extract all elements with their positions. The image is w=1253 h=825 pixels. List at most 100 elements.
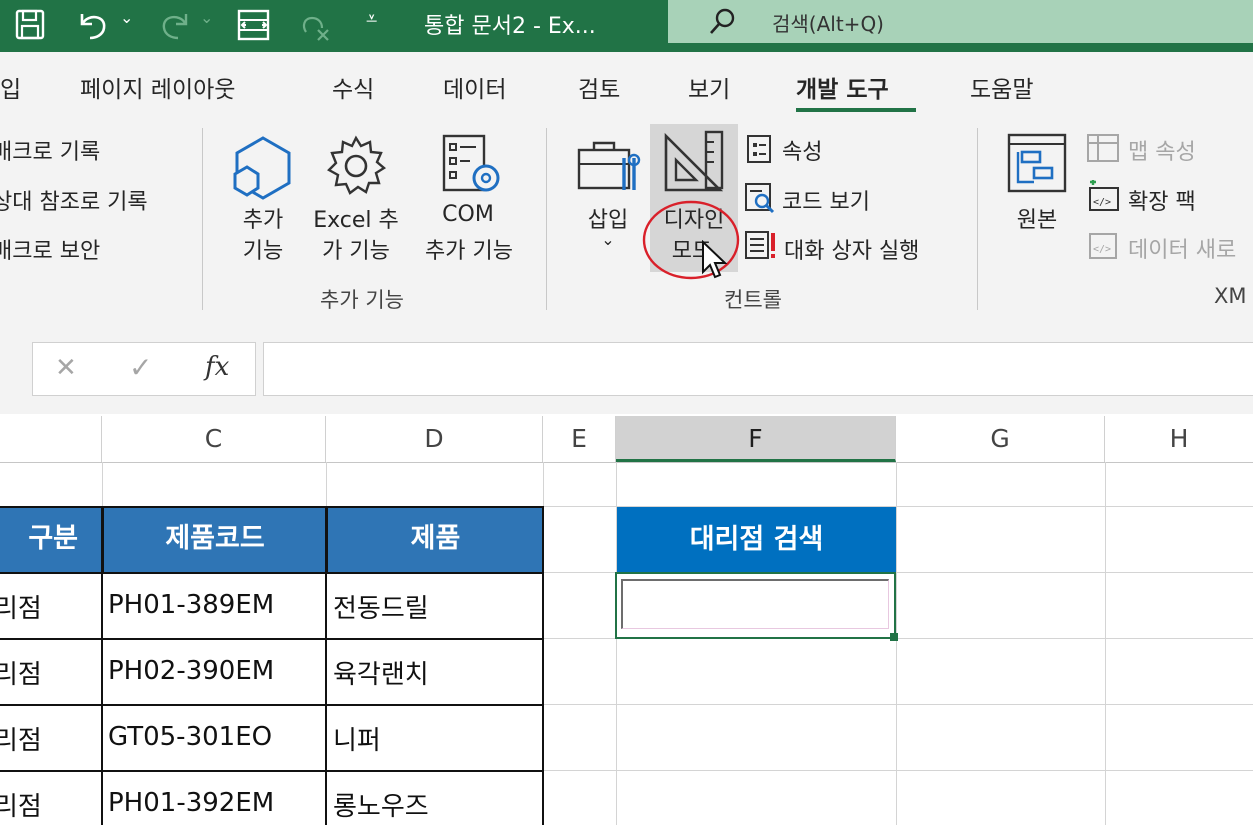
insert-controls-icon bbox=[577, 141, 641, 190]
cell-product[interactable]: 롱노우즈 bbox=[333, 786, 429, 823]
search-box[interactable]: 검색(Alt+Q) bbox=[668, 0, 1253, 43]
excel-addins-label-1[interactable]: Excel 추 bbox=[305, 202, 407, 234]
gear-icon bbox=[327, 135, 387, 195]
view-code-icon bbox=[745, 183, 775, 214]
com-addins-icon bbox=[442, 134, 500, 192]
tab-view[interactable]: 보기 bbox=[688, 70, 730, 104]
cell-product-code[interactable]: PH02-390EM bbox=[108, 656, 274, 686]
document-title: 통합 문서2 - Ex... bbox=[424, 14, 596, 39]
form-icon[interactable] bbox=[236, 8, 272, 42]
tab-help[interactable]: 도움말 bbox=[970, 70, 1033, 104]
group-separator bbox=[977, 128, 978, 310]
svg-text:</>: </> bbox=[1093, 244, 1111, 255]
addins-label-1[interactable]: 추가 bbox=[232, 202, 294, 234]
cell-product[interactable]: 육각랜치 bbox=[333, 654, 429, 691]
run-dialog-button[interactable]: 대화 상자 실행 bbox=[784, 233, 919, 265]
cell-product-code[interactable]: GT05-301EO bbox=[108, 722, 272, 752]
table-border bbox=[542, 506, 544, 825]
header-product[interactable]: 제품 bbox=[326, 506, 543, 572]
cell-product-code[interactable]: PH01-392EM bbox=[108, 788, 274, 818]
tab-review[interactable]: 검토 bbox=[578, 70, 620, 104]
cell-category[interactable]: 리점 bbox=[0, 588, 42, 625]
cell-category[interactable]: 리점 bbox=[0, 654, 42, 691]
cancel-icon[interactable]: ✕ bbox=[55, 353, 77, 383]
properties-button[interactable]: 속성 bbox=[782, 134, 822, 166]
formula-buttons: ✕ ✓ fx bbox=[32, 342, 256, 396]
table-row: 리점 PH02-390EM 육각랜치 bbox=[0, 638, 543, 704]
table-border bbox=[0, 704, 543, 706]
formula-input[interactable] bbox=[263, 342, 1253, 396]
cell-category[interactable]: 리점 bbox=[0, 786, 42, 823]
table-row: 리점 PH01-389EM 전동드릴 bbox=[0, 572, 543, 638]
table-border bbox=[0, 770, 543, 772]
tab-data[interactable]: 데이터 bbox=[443, 70, 506, 104]
xml-source-button[interactable]: 원본 bbox=[1002, 202, 1072, 234]
table-border bbox=[0, 638, 543, 640]
addins-label-2[interactable]: 기능 bbox=[232, 233, 294, 265]
header-product-code[interactable]: 제품코드 bbox=[102, 506, 326, 572]
view-code-button[interactable]: 코드 보기 bbox=[782, 184, 870, 216]
search-placeholder: 검색(Alt+Q) bbox=[772, 12, 884, 36]
fill-handle[interactable] bbox=[890, 633, 898, 641]
com-addins-label-1[interactable]: COM bbox=[418, 202, 518, 227]
tab-developer[interactable]: 개발 도구 bbox=[796, 70, 889, 104]
table-row: 리점 PH01-392EM 롱노우즈 bbox=[0, 770, 543, 825]
column-header-c[interactable]: C bbox=[102, 416, 326, 462]
column-header-g[interactable]: G bbox=[896, 416, 1105, 462]
column-header-h[interactable]: H bbox=[1105, 416, 1253, 462]
tab-page-layout[interactable]: 페이지 레이아웃 bbox=[80, 70, 235, 104]
cell-category[interactable]: 리점 bbox=[0, 720, 42, 757]
tab-insert[interactable]: 입 bbox=[0, 70, 21, 104]
table-border bbox=[325, 506, 327, 825]
column-header-d[interactable]: D bbox=[326, 416, 543, 462]
table-border bbox=[0, 506, 543, 508]
enter-icon[interactable]: ✓ bbox=[129, 351, 152, 384]
redo-dropdown-icon: ⌄ bbox=[200, 8, 214, 27]
ribbon: 매크로 기록 상대 참조로 기록 매크로 보안 추가 기능 Excel 추 가 … bbox=[0, 122, 1253, 321]
group-separator bbox=[202, 128, 203, 310]
customize-toolbar-icon[interactable]: ⩡ bbox=[366, 6, 377, 30]
column-header-b[interactable] bbox=[0, 416, 102, 462]
column-header-f[interactable]: F bbox=[616, 416, 896, 462]
table-row: 리점 GT05-301EO 니퍼 bbox=[0, 704, 543, 770]
refresh-data-icon: </> bbox=[1089, 233, 1117, 259]
dealer-search-textbox[interactable] bbox=[621, 579, 889, 629]
group-separator bbox=[546, 128, 547, 310]
table-border bbox=[101, 506, 103, 825]
save-icon[interactable] bbox=[14, 8, 48, 42]
mouse-cursor-icon bbox=[702, 240, 728, 279]
expansion-packs-icon: </> bbox=[1089, 180, 1119, 211]
addins-group-label: 추가 기능 bbox=[320, 288, 404, 312]
undo-dropdown-icon[interactable]: ⌄ bbox=[120, 8, 133, 27]
column-header-e[interactable]: E bbox=[543, 416, 616, 462]
map-properties-button: 맵 속성 bbox=[1128, 140, 1196, 165]
run-dialog-icon bbox=[745, 231, 775, 259]
map-properties-icon bbox=[1087, 134, 1119, 162]
undo-icon[interactable] bbox=[74, 8, 114, 42]
macro-security-button[interactable]: 매크로 보안 bbox=[0, 233, 100, 265]
insert-function-icon[interactable]: fx bbox=[205, 352, 229, 382]
selected-cell-f[interactable] bbox=[615, 572, 898, 641]
table-border bbox=[0, 572, 543, 574]
xml-group-label: XM bbox=[1214, 284, 1247, 308]
xml-source-icon bbox=[1007, 133, 1067, 193]
addins-icon bbox=[233, 136, 291, 200]
relative-reference-button[interactable]: 상대 참조로 기록 bbox=[0, 184, 148, 216]
highlight-circle-annotation bbox=[642, 200, 740, 280]
tab-formulas[interactable]: 수식 bbox=[332, 70, 374, 104]
cell-product[interactable]: 전동드릴 bbox=[333, 588, 429, 625]
insert-dropdown-icon[interactable]: ⌄ bbox=[572, 230, 644, 249]
properties-icon bbox=[747, 135, 771, 163]
cell-product-code[interactable]: PH01-389EM bbox=[108, 590, 274, 620]
com-addins-label-2[interactable]: 추가 기능 bbox=[412, 233, 526, 265]
header-category[interactable]: 구분 bbox=[0, 506, 102, 572]
column-headers: C D E F G H bbox=[0, 416, 1253, 463]
cell-product[interactable]: 니퍼 bbox=[333, 720, 381, 757]
refresh-data-button: 데이터 새로 bbox=[1128, 238, 1237, 263]
expansion-packs-button[interactable]: 확장 팩 bbox=[1128, 184, 1196, 216]
design-mode-icon bbox=[664, 130, 724, 192]
dealer-search-header: 대리점 검색 bbox=[617, 507, 896, 572]
excel-addins-label-2[interactable]: 가 기능 bbox=[305, 233, 407, 265]
svg-text:</>: </> bbox=[1093, 197, 1111, 208]
record-macro-button[interactable]: 매크로 기록 bbox=[0, 134, 100, 166]
